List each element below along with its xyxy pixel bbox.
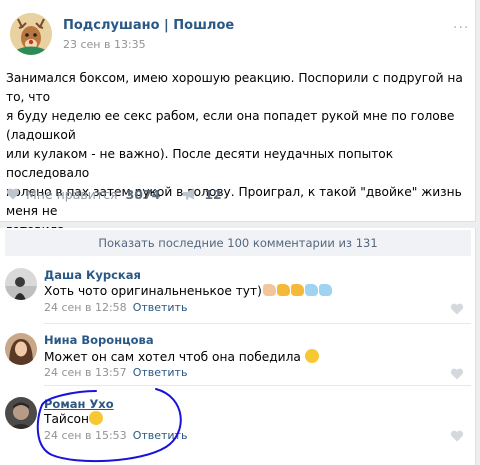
post-text-line: или кулаком - не важно). После десяти не… xyxy=(6,147,394,180)
comment-text: Может он сам хотел чтоб она победила xyxy=(44,349,319,364)
post-text-line: я буду неделю ее секс рабом, если она по… xyxy=(6,109,455,142)
like-count: 3074 xyxy=(125,186,161,202)
comment-author[interactable]: Роман Ухо xyxy=(44,397,114,411)
avatar[interactable] xyxy=(5,397,37,429)
post-actions: Мне нравится 3074 12 xyxy=(6,184,244,204)
comment-date[interactable]: 24 сен в 12:58 xyxy=(44,301,127,314)
comment-meta: 24 сен в 13:57 Ответить xyxy=(44,366,187,379)
comment-heart-icon[interactable] xyxy=(450,430,464,442)
comment-date[interactable]: 24 сен в 15:53 xyxy=(44,429,127,442)
comment-item: Даша Курская Хоть чото оригинальненькое … xyxy=(0,264,476,328)
comment-heart-icon[interactable] xyxy=(450,368,464,380)
reply-button[interactable]: Ответить xyxy=(133,301,188,314)
post-card: Подслушано | Пошлое 23 сен в 13:35 ··· З… xyxy=(0,0,476,237)
muscle-emoji-icon xyxy=(276,284,290,296)
grinning-sweat-emoji-icon xyxy=(88,411,103,425)
fist-emoji-icon xyxy=(262,284,276,296)
reply-button[interactable]: Ответить xyxy=(133,366,188,379)
post-menu-icon[interactable]: ··· xyxy=(453,20,469,36)
like-button[interactable]: Мне нравится 3074 xyxy=(6,187,160,202)
comment-meta: 24 сен в 15:53 Ответить xyxy=(44,429,187,442)
raised-hands-emoji-icon xyxy=(304,284,318,296)
comment-text-body: Тайсон xyxy=(44,412,89,426)
comment-text: Хоть чото оригинальненькое тут) xyxy=(44,284,332,298)
user-photo-icon xyxy=(5,268,37,300)
megaphone-icon xyxy=(183,188,195,200)
comment-meta: 24 сен в 12:58 Ответить xyxy=(44,301,187,314)
heart-icon xyxy=(6,188,20,200)
post-text: Занимался боксом, имею хорошую реакцию. … xyxy=(6,69,472,240)
comment-text-body: Может он сам хотел чтоб она победила xyxy=(44,350,301,364)
share-button[interactable]: 12 xyxy=(182,186,222,202)
deer-logo-icon xyxy=(10,13,52,55)
avatar[interactable] xyxy=(5,268,37,300)
show-more-comments-button[interactable]: Показать последние 100 комментарии из 13… xyxy=(5,230,471,256)
muscle-emoji-icon xyxy=(290,284,304,296)
post-text-line: Занимался боксом, имею хорошую реакцию. … xyxy=(6,71,463,104)
comment-divider xyxy=(44,385,471,386)
comment-heart-icon[interactable] xyxy=(450,303,464,315)
grinning-emoji-icon xyxy=(304,349,319,363)
comment-date[interactable]: 24 сен в 13:57 xyxy=(44,366,127,379)
comment-item: Нина Воронцова Может он сам хотел чтоб о… xyxy=(0,329,476,393)
reply-button[interactable]: Ответить xyxy=(133,429,188,442)
raised-hands-emoji-icon xyxy=(318,284,332,296)
comment-divider xyxy=(44,323,471,324)
avatar[interactable] xyxy=(5,333,37,365)
user-photo-icon xyxy=(5,333,37,365)
comment-text: Тайсон xyxy=(44,411,103,426)
comment-text-body: Хоть чото оригинальненькое тут) xyxy=(44,284,262,298)
group-name-link[interactable]: Подслушано | Пошлое xyxy=(63,18,234,33)
share-count: 12 xyxy=(204,186,222,202)
comment-author[interactable]: Нина Воронцова xyxy=(44,333,154,347)
group-avatar[interactable] xyxy=(10,13,52,55)
comment-item: Роман Ухо Тайсон 24 сен в 15:53 Ответить xyxy=(0,393,476,457)
like-label: Мне нравится xyxy=(26,186,118,202)
comment-author[interactable]: Даша Курская xyxy=(44,268,141,282)
post-date[interactable]: 23 сен в 13:35 xyxy=(63,38,146,51)
user-photo-icon xyxy=(5,397,37,429)
